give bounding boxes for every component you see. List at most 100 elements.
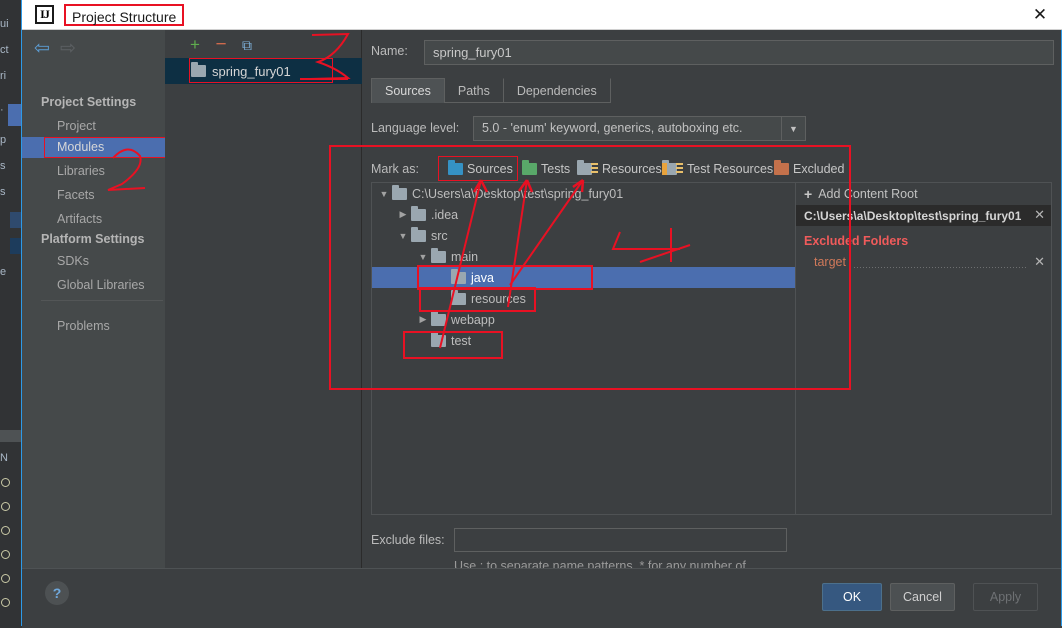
exclude-files-input[interactable]	[454, 528, 787, 552]
content-root-path: C:\Users\a\Desktop\test\spring_fury01	[804, 208, 1022, 223]
apply-button[interactable]: Apply	[973, 583, 1038, 611]
folder-icon	[411, 205, 426, 221]
tree-item-label: java	[471, 270, 494, 285]
tree-row[interactable]: java	[372, 267, 795, 288]
language-level-label: Language level:	[371, 121, 460, 135]
add-content-root-label: Add Content Root	[818, 187, 918, 201]
tree-item-label: .idea	[431, 207, 459, 222]
add-content-root-button[interactable]: + Add Content Root	[796, 183, 1051, 205]
tab-dependencies[interactable]: Dependencies	[504, 78, 611, 103]
mark-as-tests-label: Tests	[541, 162, 571, 176]
dotted-leader	[854, 267, 1027, 268]
module-folder-icon	[191, 62, 206, 77]
sidebar-item-global-libraries[interactable]: Global Libraries	[22, 275, 165, 296]
tab-paths[interactable]: Paths	[445, 78, 504, 103]
content-roots-panel: + Add Content Root C:\Users\a\Desktop\te…	[795, 182, 1052, 515]
project-structure-dialog: IJ Project Structure ✕ ⇦ ⇨ Project Setti…	[21, 0, 1062, 626]
dialog-title: Project Structure	[64, 4, 185, 26]
folder-icon	[431, 331, 446, 347]
expand-twisty-icon[interactable]: ▼	[415, 252, 431, 262]
copy-module-button[interactable]: ⧉	[237, 35, 257, 55]
mark-as-resources-label: Resources	[602, 162, 662, 176]
cancel-button[interactable]: Cancel	[890, 583, 955, 611]
chevron-down-icon[interactable]: ▼	[781, 117, 805, 140]
tree-item-label: src	[431, 228, 448, 243]
folder-icon	[451, 289, 466, 305]
module-editor-panel: Name: Sources Paths Dependencies Languag…	[362, 30, 1061, 591]
sidebar-group-project-settings: Project Settings	[41, 95, 137, 109]
remove-excluded-folder-icon[interactable]: ✕	[1034, 254, 1045, 270]
sidebar-item-artifacts[interactable]: Artifacts	[22, 209, 165, 230]
mark-as-tests-button[interactable]: Tests	[518, 158, 574, 180]
mark-as-label: Mark as:	[371, 162, 419, 176]
folder-green-icon	[522, 160, 537, 175]
tree-row[interactable]: test	[372, 330, 795, 351]
expand-twisty-icon[interactable]: ▼	[376, 189, 392, 199]
plus-icon: +	[804, 186, 813, 202]
sidebar-item-facets[interactable]: Facets	[22, 185, 165, 206]
tree-row[interactable]: ▶ .idea	[372, 204, 795, 225]
module-list-item-spring-fury01[interactable]: spring_fury01	[165, 58, 362, 84]
exclude-files-label: Exclude files:	[371, 533, 445, 547]
background-ide-strip: ui ct ri · p s s e N	[0, 0, 22, 628]
folder-icon	[392, 184, 407, 200]
remove-module-button[interactable]: −	[211, 35, 231, 55]
close-icon[interactable]: ✕	[1025, 4, 1055, 26]
sidebar-item-project[interactable]: Project	[22, 116, 165, 137]
mark-as-excluded-button[interactable]: Excluded	[770, 158, 848, 180]
name-label: Name:	[371, 44, 408, 58]
language-level-row: Language level: 5.0 - 'enum' keyword, ge…	[362, 116, 1061, 142]
sidebar-item-problems[interactable]: Problems	[22, 316, 165, 337]
expand-twisty-icon[interactable]: ▶	[395, 209, 411, 220]
mark-as-test-resources-label: Test Resources	[687, 162, 774, 176]
language-level-select[interactable]: 5.0 - 'enum' keyword, generics, autoboxi…	[473, 116, 806, 141]
folder-blue-icon	[448, 160, 463, 175]
folder-icon	[431, 247, 446, 263]
tree-row[interactable]: resources	[372, 288, 795, 309]
mark-as-toolbar: Mark as: Sources Tests Resources Test Re…	[362, 156, 1061, 184]
tab-sources[interactable]: Sources	[371, 78, 445, 103]
nav-back-icon[interactable]: ⇦	[32, 39, 52, 58]
sidebar-group-platform-settings: Platform Settings	[41, 232, 145, 246]
name-input[interactable]	[424, 40, 1054, 65]
content-root-entry[interactable]: C:\Users\a\Desktop\test\spring_fury01 ✕	[796, 205, 1051, 226]
sidebar-divider	[41, 300, 163, 301]
dialog-footer: ? OK Cancel Apply	[22, 568, 1061, 626]
excluded-folder-row[interactable]: target ✕	[796, 254, 1051, 274]
sidebar-item-modules[interactable]: Modules	[22, 137, 165, 158]
mark-as-sources-button[interactable]: Sources	[444, 158, 517, 180]
mark-as-excluded-label: Excluded	[793, 162, 845, 176]
tree-item-label: main	[451, 249, 479, 264]
content-root-tree: ▼ C:\Users\a\Desktop\test\spring_fury01 …	[371, 182, 795, 515]
tree-row[interactable]: ▼ src	[372, 225, 795, 246]
folder-test-resources-icon	[662, 160, 683, 175]
dialog-titlebar: IJ Project Structure ✕	[22, 0, 1062, 30]
navigation-arrows: ⇦ ⇨	[22, 36, 165, 64]
expand-twisty-icon[interactable]: ▼	[395, 231, 411, 241]
folder-icon	[411, 226, 426, 242]
excluded-folders-title: Excluded Folders	[804, 234, 909, 248]
dialog-body: ⇦ ⇨ Project Settings Project Modules Lib…	[22, 30, 1061, 591]
language-level-value: 5.0 - 'enum' keyword, generics, autoboxi…	[482, 121, 743, 135]
tree-row[interactable]: ▶ webapp	[372, 309, 795, 330]
tree-item-label: resources	[471, 291, 526, 306]
add-module-button[interactable]: +	[185, 35, 205, 55]
name-row: Name:	[362, 40, 1061, 66]
folder-icon	[431, 310, 446, 326]
tree-item-label: C:\Users\a\Desktop\test\spring_fury01	[412, 186, 624, 201]
tree-row[interactable]: ▼ main	[372, 246, 795, 267]
tree-row[interactable]: ▼ C:\Users\a\Desktop\test\spring_fury01	[372, 183, 795, 204]
mark-as-sources-label: Sources	[467, 162, 513, 176]
expand-twisty-icon[interactable]: ▶	[415, 314, 431, 325]
tree-item-label: test	[451, 333, 472, 348]
help-icon[interactable]: ?	[45, 581, 69, 605]
ok-button[interactable]: OK	[822, 583, 882, 611]
remove-content-root-icon[interactable]: ✕	[1034, 207, 1045, 223]
mark-as-resources-button[interactable]: Resources	[573, 158, 666, 180]
tree-item-label: webapp	[451, 312, 495, 327]
nav-forward-icon[interactable]: ⇨	[58, 39, 78, 58]
sidebar-item-sdks[interactable]: SDKs	[22, 251, 165, 272]
sidebar-item-libraries[interactable]: Libraries	[22, 161, 165, 182]
module-toolbar: + − ⧉	[165, 30, 362, 58]
mark-as-test-resources-button[interactable]: Test Resources	[658, 158, 777, 180]
